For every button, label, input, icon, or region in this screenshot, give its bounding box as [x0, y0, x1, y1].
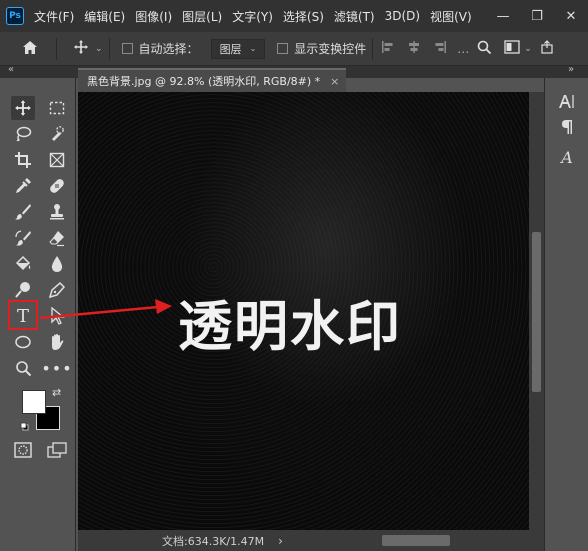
menu-bar: Ps 文件(F) 编辑(E) 图像(I) 图层(L) 文字(Y) 选择(S) 滤…: [0, 0, 588, 32]
show-transform-label: 显示变换控件: [294, 42, 367, 56]
annotation-arrow: [40, 299, 172, 320]
eraser-icon[interactable]: [45, 226, 69, 250]
dodge-icon[interactable]: [11, 278, 35, 302]
align-center-icon[interactable]: [407, 40, 421, 57]
vertical-scrollbar[interactable]: [529, 92, 544, 530]
photoshop-logo-icon: Ps: [6, 7, 24, 25]
frame-icon[interactable]: [45, 148, 69, 172]
vertical-scroll-thumb[interactable]: [532, 232, 541, 392]
home-icon[interactable]: [22, 40, 38, 58]
glyphs-panel-icon[interactable]: A: [557, 148, 577, 168]
brush-icon[interactable]: [11, 200, 35, 224]
crop-icon[interactable]: [11, 148, 35, 172]
menu-type[interactable]: 文字(Y): [232, 8, 273, 25]
window-controls: — ❐ ✕: [486, 0, 588, 32]
more-options-icon[interactable]: …: [457, 42, 469, 56]
horizontal-scroll-thumb[interactable]: [382, 535, 450, 546]
options-divider: [108, 37, 110, 60]
restore-button[interactable]: ❐: [520, 9, 554, 24]
auto-select-checkbox[interactable]: [121, 43, 133, 54]
foreground-color-swatch[interactable]: [22, 390, 46, 414]
document-size-status[interactable]: 文档:634.3K/1.47M: [162, 533, 264, 549]
history-brush-icon[interactable]: [11, 226, 35, 250]
ellipse-icon[interactable]: [11, 330, 35, 354]
chevron-down-icon[interactable]: ⌄: [524, 44, 532, 54]
align-right-icon[interactable]: [433, 40, 447, 57]
zoom-icon[interactable]: [11, 356, 35, 380]
options-bar: ⌄ 自动选择： 图层 ⌄ 显示变换控件 … ⌄: [0, 32, 588, 66]
auto-select-label: 自动选择：: [138, 42, 199, 56]
more-tools-icon[interactable]: •••: [41, 356, 71, 380]
watermark-text[interactable]: 透明水印: [178, 282, 402, 361]
search-icon[interactable]: [477, 40, 492, 58]
character-panel-icon[interactable]: [557, 92, 577, 112]
lasso-icon[interactable]: [11, 122, 35, 146]
align-left-icon[interactable]: [381, 40, 395, 57]
move-tool-icon[interactable]: [11, 96, 35, 120]
show-transform-checkbox[interactable]: [277, 43, 289, 54]
status-bar: 文档:634.3K/1.47M ›: [78, 530, 544, 551]
menu-layer[interactable]: 图层(L): [182, 8, 222, 25]
close-window-button[interactable]: ✕: [554, 9, 588, 24]
auto-select-value: 图层: [219, 42, 242, 56]
quick-selection-icon[interactable]: [45, 122, 69, 146]
menu-3d[interactable]: 3D(D): [385, 9, 420, 23]
menu-image[interactable]: 图像(I): [135, 8, 172, 25]
document-tab[interactable]: 黑色背景.jpg @ 92.8% (透明水印, RGB/8#) * ×: [78, 68, 346, 92]
blur-icon[interactable]: [45, 252, 69, 276]
default-colors-icon[interactable]: [20, 420, 29, 431]
workspace-icon[interactable]: [504, 40, 520, 57]
paragraph-panel-icon[interactable]: [557, 119, 577, 139]
chevron-down-icon[interactable]: ⌄: [95, 44, 103, 54]
auto-select-dropdown[interactable]: 图层 ⌄: [210, 38, 266, 59]
menu-select[interactable]: 选择(S): [283, 8, 324, 25]
menu-file[interactable]: 文件(F): [34, 8, 74, 25]
move-tool-preset-icon[interactable]: [73, 39, 89, 58]
paint-bucket-icon[interactable]: [11, 252, 35, 276]
menu-edit[interactable]: 编辑(E): [84, 8, 125, 25]
swap-colors-icon[interactable]: ⇄: [52, 386, 61, 399]
quick-mask-icon[interactable]: [11, 438, 35, 462]
document-tab-title: 黑色背景.jpg @ 92.8% (透明水印, RGB/8#) *: [87, 75, 321, 88]
healing-brush-icon[interactable]: [45, 174, 69, 198]
menu-view[interactable]: 视图(V): [430, 8, 472, 25]
rectangle-marquee-icon[interactable]: [45, 96, 69, 120]
collapse-right-icon[interactable]: »: [568, 64, 574, 75]
minimize-button[interactable]: —: [486, 9, 520, 24]
collapse-left-icon[interactable]: «: [8, 64, 14, 75]
type-tool-icon[interactable]: T: [11, 304, 35, 328]
screen-mode-icon[interactable]: [45, 438, 69, 462]
right-panel-dock: A: [544, 78, 588, 551]
eyedropper-icon[interactable]: [11, 174, 35, 198]
options-divider: [372, 37, 374, 60]
share-icon[interactable]: [540, 40, 554, 57]
menu-filter[interactable]: 滤镜(T): [334, 8, 375, 25]
chevron-down-icon: ⌄: [249, 44, 257, 53]
clone-stamp-icon[interactable]: [45, 200, 69, 224]
hand-icon[interactable]: [45, 330, 69, 354]
status-menu-arrow-icon[interactable]: ›: [278, 534, 283, 548]
close-tab-icon[interactable]: ×: [330, 75, 339, 88]
options-divider: [56, 37, 57, 60]
